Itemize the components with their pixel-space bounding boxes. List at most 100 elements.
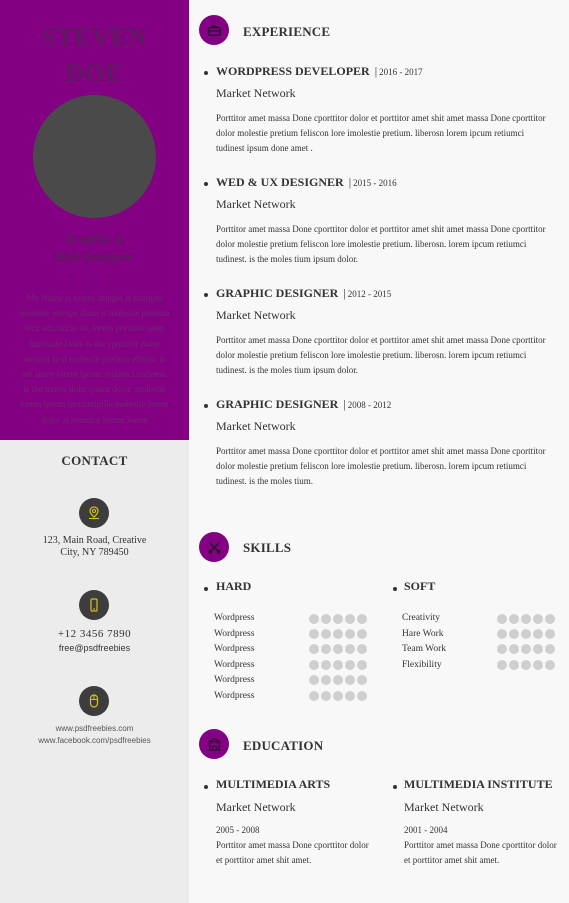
location-pin-icon: [79, 498, 109, 528]
separator: |: [374, 64, 378, 78]
education-description: Porttitor amet massa Done cporttitor dol…: [216, 840, 369, 865]
job-company: Market Network: [216, 419, 296, 433]
skill-rating: [309, 644, 367, 654]
job-years: 2015 - 2016: [353, 178, 397, 188]
rating-dot: [309, 614, 319, 624]
rating-dot: [321, 660, 331, 670]
address-line-2: City, NY 789450: [60, 547, 129, 558]
skill-label: Hare Work: [402, 629, 444, 639]
rating-dot: [509, 614, 519, 624]
rating-dot: [509, 660, 519, 670]
skill-label: Wordpress: [214, 629, 255, 639]
job-name: GRAPHIC DESIGNER: [216, 397, 339, 411]
rating-dot: [497, 644, 507, 654]
separator: |: [343, 397, 346, 411]
education-description: Porttitor amet massa Done cporttitor dol…: [404, 840, 557, 865]
rating-dot: [333, 675, 343, 685]
rating-dot: [309, 629, 319, 639]
separator: |: [343, 286, 346, 300]
skill-label: Flexibility: [402, 660, 442, 670]
rating-dot: [345, 691, 355, 701]
education-years: 2005 - 2008: [216, 825, 260, 835]
bullet: [204, 404, 208, 408]
rating-dot: [509, 644, 519, 654]
education-degree: MULTIMEDIA INSTITUTE: [404, 777, 553, 791]
rating-dot: [357, 629, 367, 639]
skill-label: Wordpress: [214, 675, 255, 685]
skill-rating: [497, 614, 555, 624]
job-years: 2016 - 2017: [379, 67, 423, 77]
rating-dot: [309, 660, 319, 670]
rating-dot: [333, 660, 343, 670]
skills-title: SKILLS: [243, 540, 292, 555]
rating-dot: [545, 660, 555, 670]
rating-dot: [533, 644, 543, 654]
divider-dots: • • •: [69, 272, 120, 281]
briefcase-icon: [199, 15, 229, 45]
education-institution: Market Network: [404, 800, 484, 814]
bullet: [204, 293, 208, 297]
building-icon: [199, 729, 229, 759]
bullet: [204, 71, 208, 75]
tools-icon: [199, 532, 229, 562]
rating-dot: [321, 614, 331, 624]
contact-title: CONTACT: [61, 453, 128, 468]
skill-rating: [309, 675, 367, 685]
profile-panel: STEVEN DOE Graphic & Web Designer • • • …: [0, 0, 189, 440]
job-description: Porttitor amet massa Done cporttitor dol…: [216, 446, 546, 487]
skill-label: Wordpress: [214, 660, 255, 670]
rating-dot: [497, 629, 507, 639]
bullet: [393, 587, 397, 591]
education-institution: Market Network: [216, 800, 296, 814]
skill-rating: [309, 660, 367, 670]
job-title: GRAPHIC DESIGNER | 2012 - 2015: [216, 286, 391, 301]
role-line-1: Graphic &: [65, 232, 124, 246]
skill-label: Wordpress: [214, 613, 255, 623]
rating-dot: [333, 614, 343, 624]
soft-skills-title: SOFT: [404, 579, 436, 593]
address: 123, Main Road, Creative City, NY 789450: [0, 535, 189, 559]
job-company: Market Network: [216, 86, 296, 100]
rating-dot: [333, 691, 343, 701]
job-title: WED & UX DESIGNER | 2015 - 2016: [216, 175, 397, 190]
rating-dot: [345, 675, 355, 685]
job-years: 2008 - 2012: [347, 400, 392, 410]
job-name: WORDPRESS DEVELOPER: [216, 64, 370, 78]
facebook-link[interactable]: www.facebook.com/psdfreebies: [0, 736, 189, 745]
rating-dot: [309, 691, 319, 701]
skill-rating: [497, 629, 555, 639]
profile-photo: [33, 95, 156, 218]
email-address[interactable]: free@psdfreebies: [0, 643, 189, 653]
rating-dot: [545, 644, 555, 654]
rating-dot: [333, 629, 343, 639]
skill-rating: [309, 614, 367, 624]
job-company: Market Network: [216, 197, 296, 211]
rating-dot: [357, 614, 367, 624]
job-description: Porttitor amet massa Done cporttitor dol…: [216, 224, 546, 265]
mouse-icon: [79, 686, 109, 716]
education-years: 2001 - 2004: [404, 825, 448, 835]
address-line-1: 123, Main Road, Creative: [42, 535, 147, 546]
skill-label: Wordpress: [214, 644, 255, 654]
job-role: Graphic & Web Designer: [0, 230, 189, 266]
education-title: EDUCATION: [243, 738, 324, 753]
rating-dot: [309, 675, 319, 685]
rating-dot: [545, 629, 555, 639]
bullet: [393, 785, 397, 789]
skill-rating: [309, 629, 367, 639]
skill-label: Team Work: [402, 644, 447, 654]
rating-dot: [345, 660, 355, 670]
rating-dot: [321, 675, 331, 685]
rating-dot: [521, 644, 531, 654]
rating-dot: [345, 614, 355, 624]
skill-rating: [497, 660, 555, 670]
rating-dot: [497, 614, 507, 624]
skill-label: Creativity: [402, 613, 440, 623]
rating-dot: [357, 660, 367, 670]
profile-bio: My Name is lorem amppte is mitrgitu mole…: [19, 293, 170, 425]
rating-dot: [357, 691, 367, 701]
website-link[interactable]: www.psdfreebies.com: [0, 724, 189, 733]
job-title: GRAPHIC DESIGNER | 2008 - 2012: [216, 397, 391, 412]
job-description: Porttitor amet massa Done cporttitor dol…: [216, 113, 546, 154]
rating-dot: [321, 691, 331, 701]
